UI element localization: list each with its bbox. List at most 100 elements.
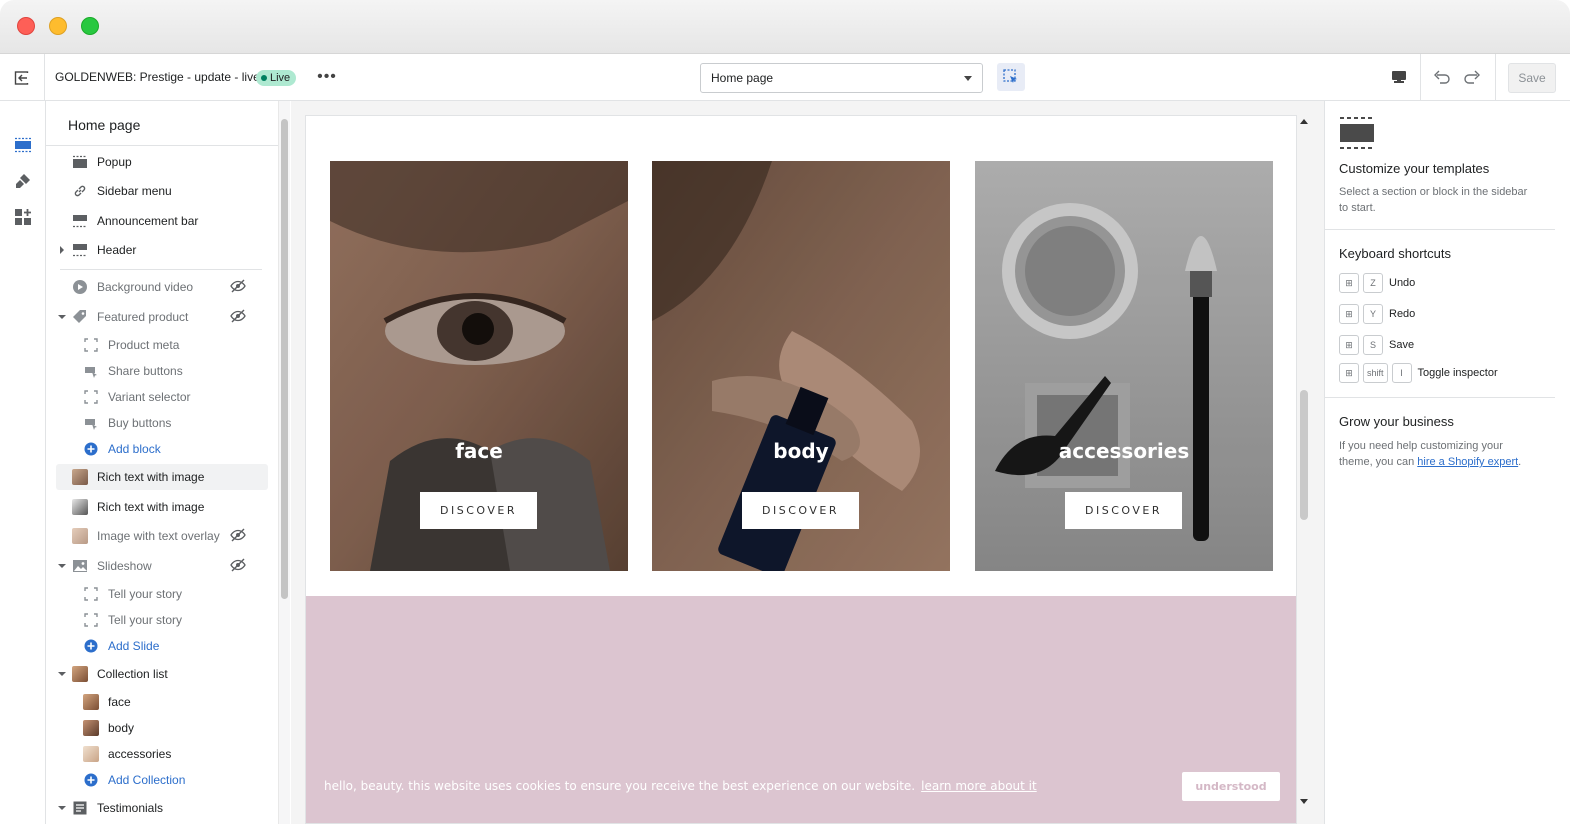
add-icon — [82, 441, 100, 457]
desktop-icon — [1392, 71, 1406, 83]
add-block-button[interactable]: Add block — [79, 436, 278, 462]
theme-settings-rail-button[interactable] — [11, 169, 35, 193]
hidden-eye-icon[interactable] — [230, 528, 246, 545]
template-section-icon — [1340, 117, 1374, 149]
sidebar-item-image-with-text-overlay[interactable]: Image with text overlay — [56, 523, 268, 549]
sidebar-item-sidebar-menu[interactable]: Sidebar menu — [56, 178, 268, 204]
cookie-understood-button[interactable]: understood — [1182, 772, 1280, 801]
chevron-down-icon — [964, 75, 972, 81]
add-slide-label: Add Slide — [108, 639, 160, 653]
header-icon — [71, 242, 89, 258]
sidebar-item-announcement-bar[interactable]: Announcement bar — [56, 208, 268, 234]
apps-rail-button[interactable] — [11, 205, 35, 229]
sidebar-scrollbar[interactable] — [278, 101, 290, 824]
learn-more-link[interactable]: learn more about it — [921, 779, 1037, 793]
thumbnail — [71, 666, 89, 682]
discover-button[interactable]: DISCOVER — [1065, 492, 1182, 529]
page-selector[interactable]: Home page — [700, 63, 983, 93]
discover-button[interactable]: DISCOVER — [420, 492, 537, 529]
caret-down-icon[interactable] — [56, 805, 68, 811]
sections-rail-button[interactable] — [11, 133, 35, 157]
sidebar-item-buy-buttons[interactable]: Buy buttons — [79, 410, 278, 436]
sidebar-item-collection-list[interactable]: Collection list — [56, 661, 268, 687]
sidebar-item-label: Share buttons — [108, 364, 183, 378]
panel-divider — [1325, 229, 1555, 230]
sidebar-item-label: Buy buttons — [108, 416, 172, 430]
sidebar-item-body[interactable]: body — [79, 715, 278, 741]
announcement-icon — [71, 213, 89, 229]
sidebar-item-tell-your-story[interactable]: Tell your story — [79, 581, 278, 607]
sidebar-scrollbar-thumb[interactable] — [281, 119, 288, 599]
share-block-icon — [82, 363, 100, 379]
thumbnail — [71, 528, 89, 544]
zoom-window-button[interactable] — [81, 17, 99, 35]
sidebar-item-rich-text-with-image[interactable]: Rich text with image — [56, 464, 268, 490]
minimize-window-button[interactable] — [49, 17, 67, 35]
sidebar-item-face[interactable]: face — [79, 689, 278, 715]
sidebar-item-header[interactable]: Header — [56, 237, 268, 263]
redo-icon — [1464, 70, 1480, 84]
scroll-down-arrow-icon[interactable] — [1300, 799, 1308, 804]
key: shift — [1363, 363, 1388, 383]
hidden-eye-icon[interactable] — [230, 279, 246, 296]
discover-button[interactable]: DISCOVER — [742, 492, 859, 529]
sidebar-item-label: Featured product — [97, 310, 189, 324]
tag-icon — [71, 309, 89, 325]
desktop-view-button[interactable] — [1388, 66, 1410, 88]
preview-scrollbar-thumb[interactable] — [1300, 390, 1308, 520]
sidebar-item-background-video[interactable]: Background video — [56, 274, 268, 300]
sidebar-item-variant-selector[interactable]: Variant selector — [79, 384, 278, 410]
more-actions-button[interactable]: ••• — [316, 66, 338, 88]
caret-down-icon[interactable] — [56, 671, 68, 677]
add-icon — [82, 638, 100, 654]
sidebar-item-accessories[interactable]: accessories — [79, 741, 278, 767]
storefront-preview[interactable]: face DISCOVER body DISCOVER accessories … — [305, 115, 1297, 824]
caret-down-icon[interactable] — [56, 563, 68, 569]
collection-card-body[interactable]: body DISCOVER — [652, 161, 950, 571]
hidden-eye-icon[interactable] — [230, 558, 246, 575]
hire-expert-link[interactable]: hire a Shopify expert — [1417, 456, 1518, 468]
inspector-toggle-button[interactable] — [997, 63, 1025, 91]
sidebar-item-slideshow[interactable]: Slideshow — [56, 553, 268, 579]
sidebar-item-label: Image with text overlay — [97, 529, 220, 543]
left-rail — [0, 101, 46, 824]
add-collection-button[interactable]: Add Collection — [79, 767, 278, 793]
shortcut-save: ⊞ S Save — [1339, 335, 1414, 355]
cookie-message: hello, beauty. this website uses cookies… — [324, 779, 916, 793]
save-button[interactable]: Save — [1508, 63, 1556, 93]
text-icon — [71, 800, 89, 816]
popup-icon — [71, 154, 89, 170]
sidebar-item-featured-product[interactable]: Featured product — [56, 304, 268, 330]
key: I — [1391, 363, 1412, 383]
thumbnail — [82, 720, 100, 736]
key: Y — [1363, 304, 1383, 324]
sidebar-item-rich-text-with-image[interactable]: Rich text with image — [56, 494, 268, 520]
thumbnail — [82, 694, 100, 710]
scroll-up-arrow-icon[interactable] — [1300, 119, 1308, 124]
collection-card-accessories[interactable]: accessories DISCOVER — [975, 161, 1273, 571]
caret-down-icon[interactable] — [56, 314, 68, 320]
sidebar-item-label: Background video — [97, 280, 194, 294]
redo-button[interactable] — [1461, 66, 1483, 88]
topbar-divider — [1420, 54, 1421, 101]
undo-icon — [1434, 70, 1450, 84]
caret-right-icon[interactable] — [56, 246, 68, 254]
sidebar-item-popup[interactable]: Popup — [56, 149, 268, 175]
sidebar-item-product-meta[interactable]: Product meta — [79, 332, 278, 358]
command-key-icon: ⊞ — [1339, 335, 1359, 355]
sidebar-item-label: Product meta — [108, 338, 180, 352]
sidebar-item-tell-your-story[interactable]: Tell your story — [79, 607, 278, 633]
close-window-button[interactable] — [17, 17, 35, 35]
hidden-eye-icon[interactable] — [230, 309, 246, 326]
collection-card-face[interactable]: face DISCOVER — [330, 161, 628, 571]
sidebar-divider — [46, 145, 278, 146]
exit-editor-button[interactable] — [0, 54, 45, 101]
command-key-icon: ⊞ — [1339, 304, 1359, 324]
preview-scrollbar[interactable] — [1297, 115, 1311, 810]
add-slide-button[interactable]: Add Slide — [79, 633, 278, 659]
sidebar-item-share-buttons[interactable]: Share buttons — [79, 358, 278, 384]
undo-button[interactable] — [1431, 66, 1453, 88]
sidebar-item-testimonials[interactable]: Testimonials — [56, 795, 268, 821]
play-icon — [71, 279, 89, 295]
block-icon — [82, 337, 100, 353]
